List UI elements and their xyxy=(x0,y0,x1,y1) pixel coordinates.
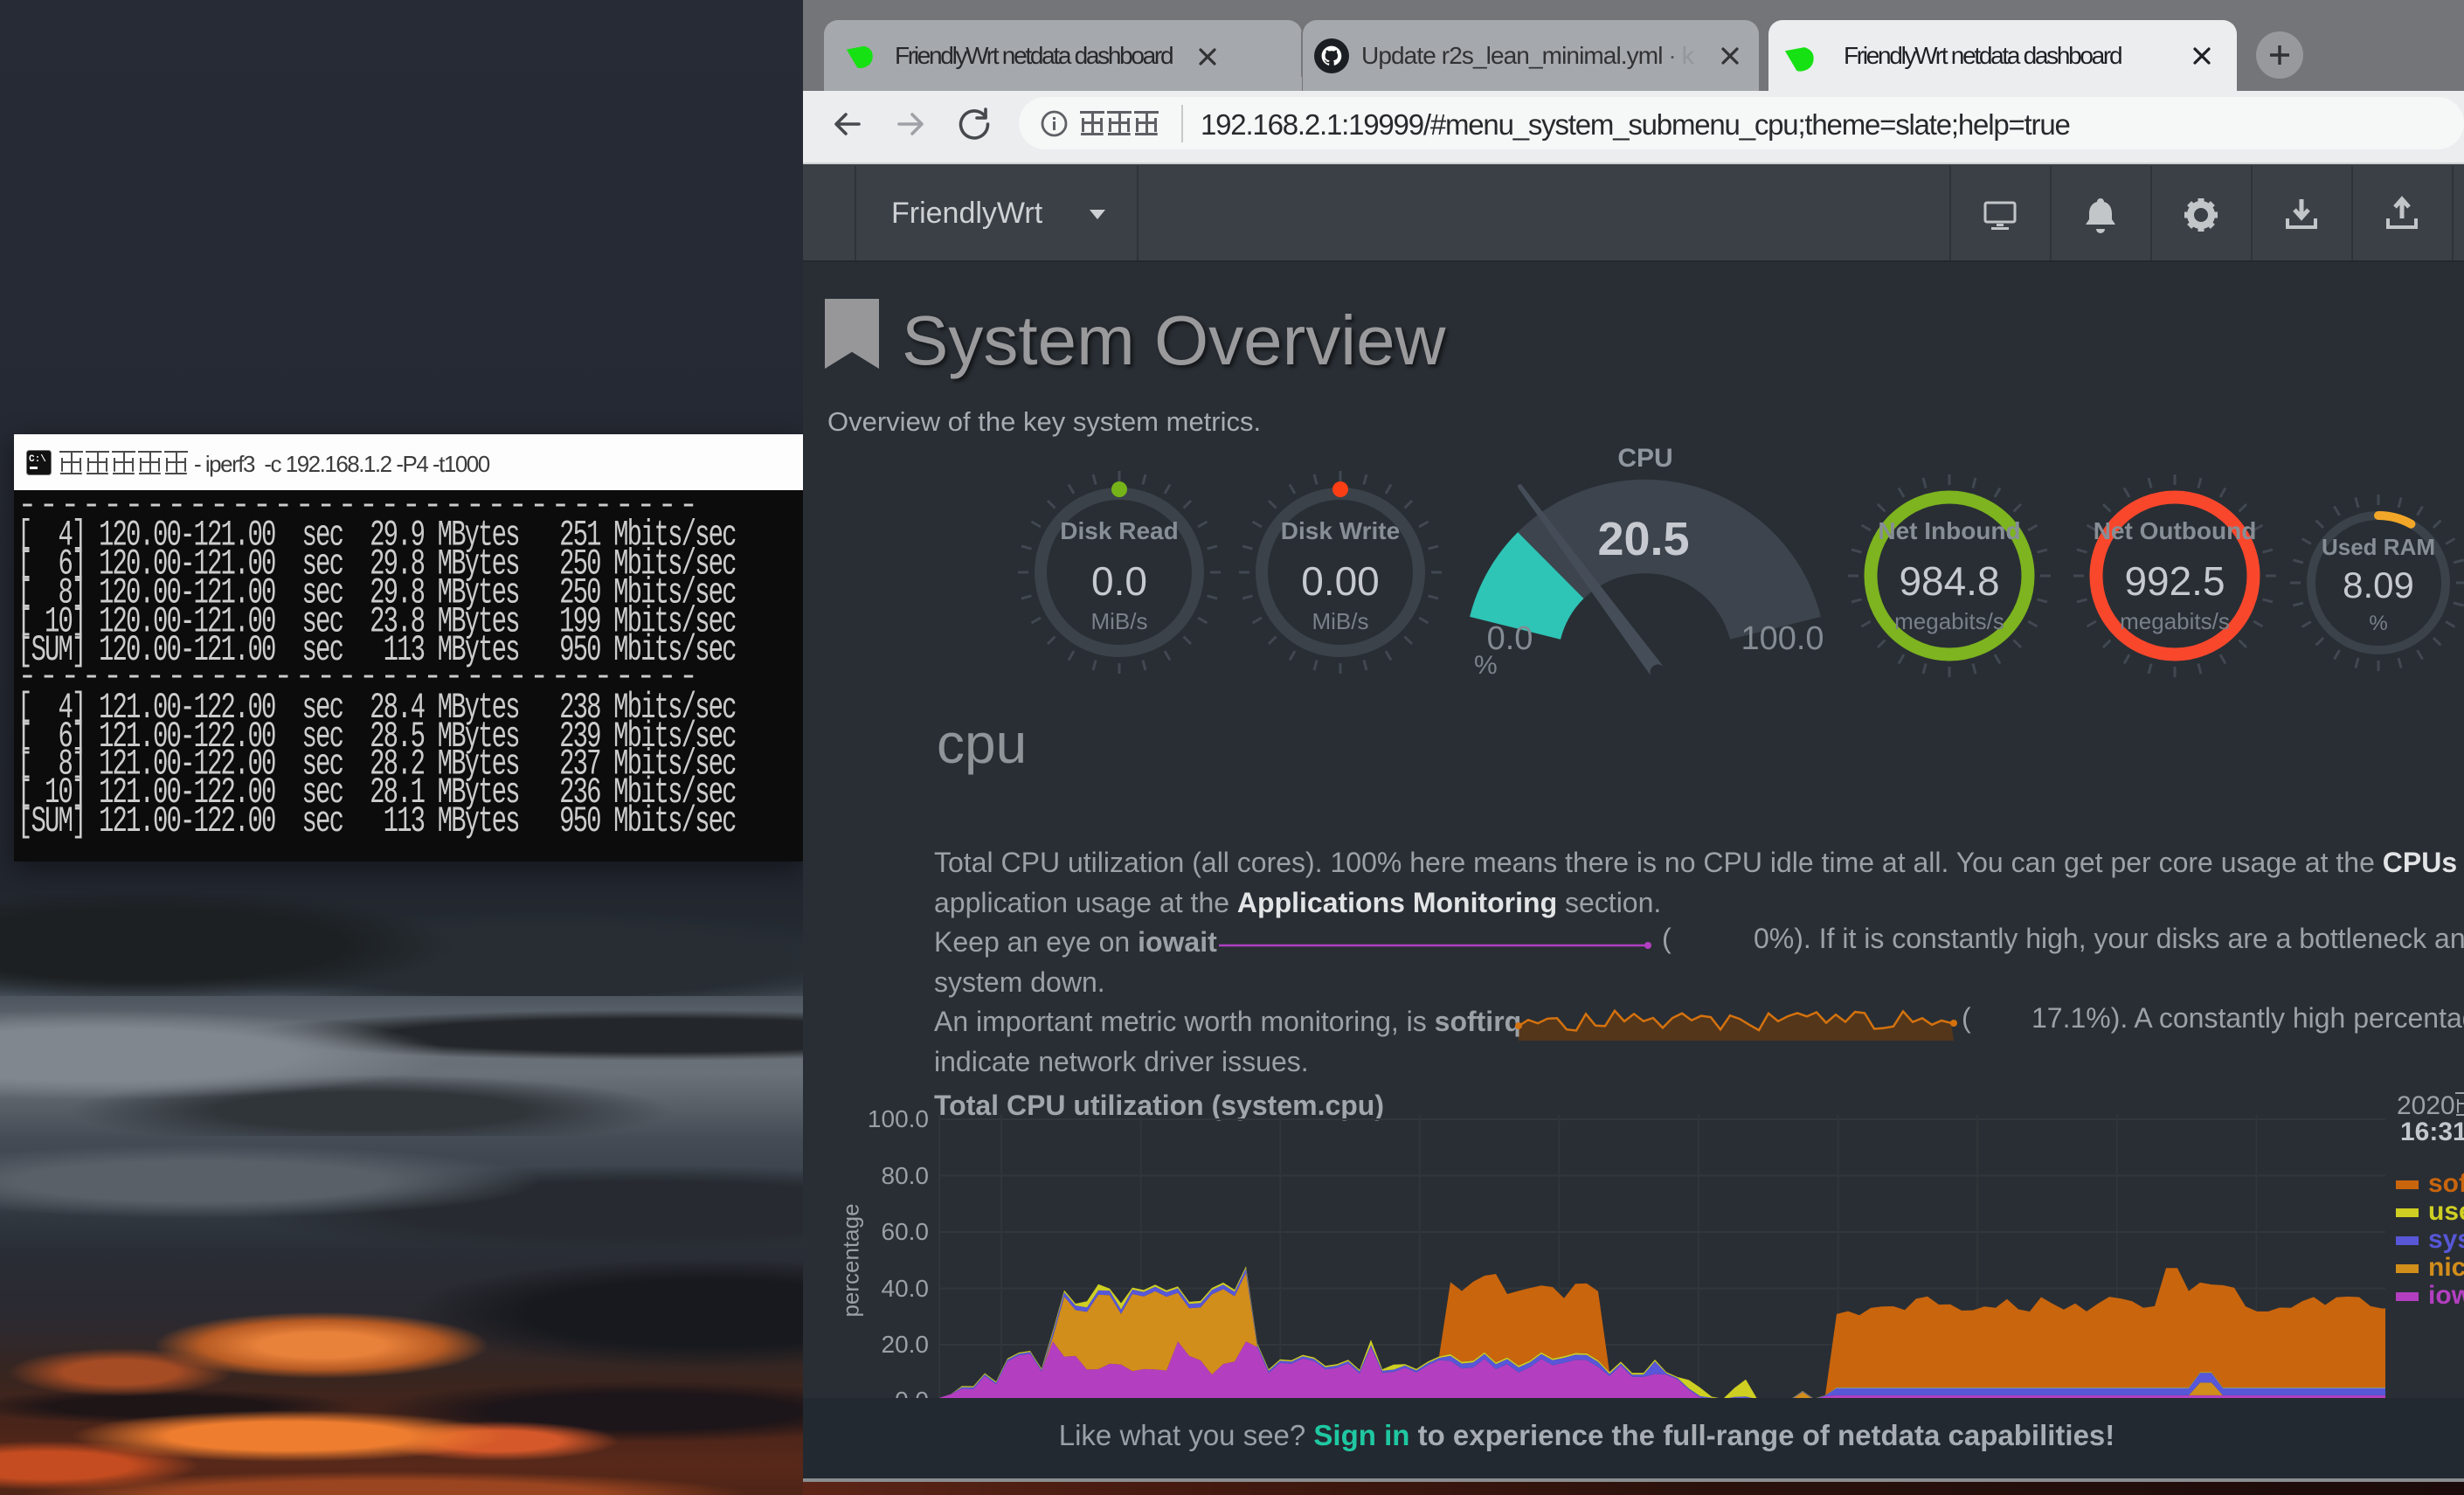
svg-text:C:\: C:\ xyxy=(29,454,46,465)
